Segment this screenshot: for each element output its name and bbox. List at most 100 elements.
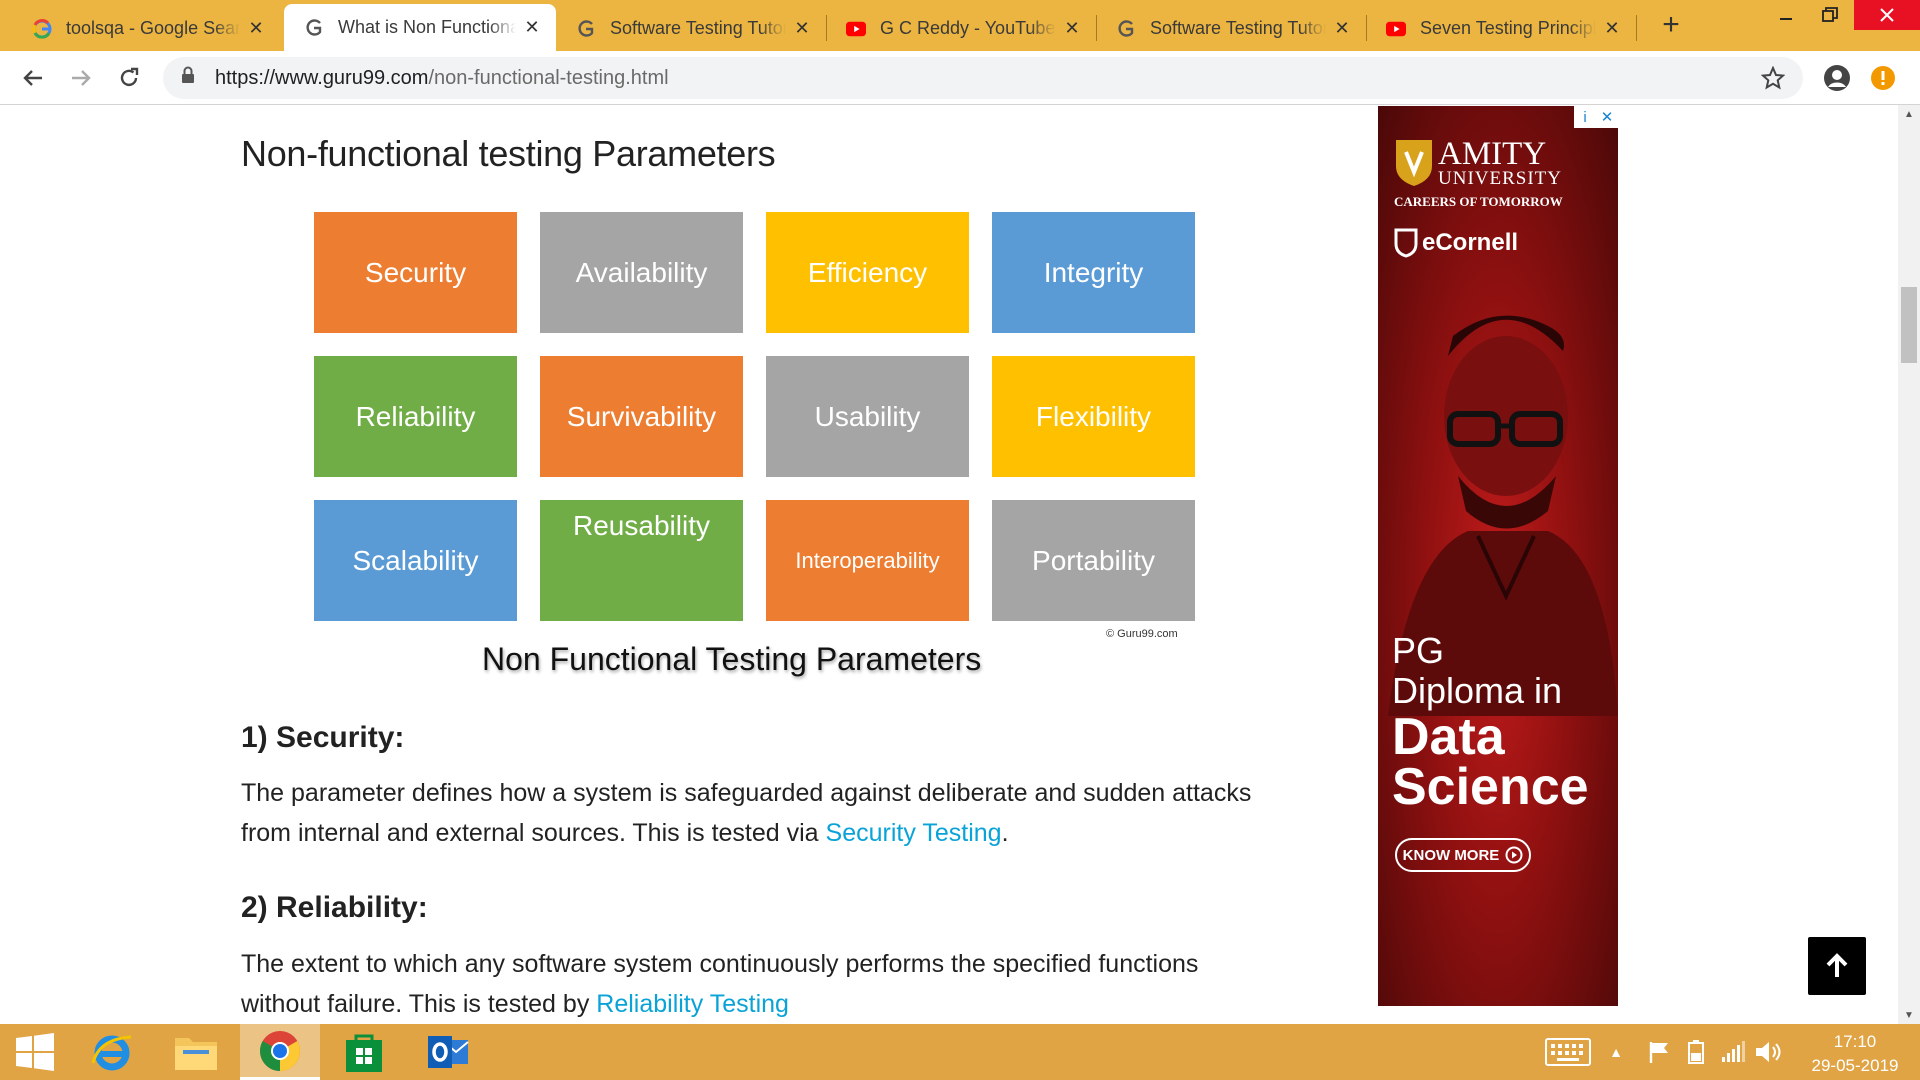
start-button[interactable] bbox=[0, 1024, 70, 1080]
param-tile-integrity: Integrity bbox=[992, 212, 1195, 333]
google-icon bbox=[32, 18, 52, 39]
network-signal-icon[interactable] bbox=[1718, 1024, 1748, 1080]
play-circle-icon bbox=[1505, 846, 1523, 864]
tab-software-testing-2[interactable]: Software Testing Tutorial ✕ bbox=[1096, 6, 1366, 51]
profile-button[interactable] bbox=[1820, 61, 1854, 95]
param-tile-efficiency: Efficiency bbox=[766, 212, 969, 333]
youtube-icon bbox=[1386, 19, 1406, 39]
bookmark-star-icon[interactable] bbox=[1760, 65, 1786, 96]
know-more-button[interactable]: KNOW MORE bbox=[1395, 838, 1531, 872]
battery-icon[interactable] bbox=[1682, 1024, 1712, 1080]
chrome-icon bbox=[260, 1030, 300, 1071]
ad-line-2: Diploma in bbox=[1392, 670, 1563, 711]
tab-title: Software Testing Tutorial bbox=[610, 18, 786, 38]
security-testing-link[interactable]: Security Testing bbox=[826, 819, 1002, 847]
back-button[interactable] bbox=[16, 61, 50, 95]
ad-close-icon[interactable]: ✕ bbox=[1596, 106, 1618, 128]
ecornell-logo: eCornell bbox=[1394, 228, 1518, 258]
address-bar[interactable]: https://www.guru99.com/non-functional-te… bbox=[163, 57, 1803, 99]
update-alert-button[interactable] bbox=[1866, 61, 1900, 95]
tab-seven-testing-principles[interactable]: Seven Testing Principles ✕ bbox=[1366, 6, 1636, 51]
system-clock[interactable]: 17:10 29-05-2019 bbox=[1800, 1030, 1910, 1078]
guru99-icon bbox=[1116, 19, 1136, 39]
account-icon bbox=[1824, 65, 1850, 91]
ad-line-3: Data bbox=[1392, 708, 1505, 766]
tab-gc-reddy-youtube[interactable]: G C Reddy - YouTube ✕ bbox=[826, 6, 1096, 51]
tab-close-icon[interactable]: ✕ bbox=[792, 18, 812, 39]
touch-keyboard-icon[interactable] bbox=[1540, 1024, 1596, 1080]
show-hidden-icons-chevron-icon[interactable]: ▲ bbox=[1604, 1024, 1628, 1080]
tab-google-search[interactable]: toolsqa - Google Search ✕ bbox=[12, 6, 280, 51]
tab-title: G C Reddy - YouTube bbox=[880, 18, 1056, 38]
ad-brand-sub: UNIVERSITY bbox=[1438, 168, 1562, 189]
ecornell-shield-icon bbox=[1394, 228, 1418, 258]
tab-close-icon[interactable]: ✕ bbox=[1602, 18, 1622, 39]
windows-logo-icon bbox=[16, 1033, 54, 1071]
restore-button[interactable] bbox=[1802, 0, 1858, 30]
browser-toolbar: https://www.guru99.com/non-functional-te… bbox=[0, 51, 1920, 105]
tab-non-functional-testing[interactable]: What is Non Functional Testing ✕ bbox=[284, 4, 556, 51]
ad-info-icon[interactable]: i bbox=[1574, 106, 1596, 128]
figure-caption: Non Functional Testing Parameters bbox=[482, 641, 982, 677]
reload-icon bbox=[120, 67, 139, 87]
clock-time: 17:10 bbox=[1833, 1032, 1877, 1051]
scroll-to-top-button[interactable] bbox=[1808, 937, 1866, 995]
scrollbar-thumb[interactable] bbox=[1901, 287, 1917, 363]
forward-button[interactable] bbox=[64, 61, 98, 95]
internet-explorer-icon bbox=[91, 1035, 132, 1071]
scroll-down-arrow-icon[interactable]: ▼ bbox=[1898, 1006, 1920, 1024]
param-tile-flexibility: Flexibility bbox=[992, 356, 1195, 477]
security-text-end: . bbox=[1001, 819, 1009, 847]
tab-close-icon[interactable]: ✕ bbox=[1332, 18, 1352, 39]
param-tile-portability: Portability bbox=[992, 500, 1195, 621]
guru99-icon bbox=[304, 18, 324, 38]
guru99-icon bbox=[576, 19, 596, 39]
taskbar-chrome[interactable] bbox=[240, 1024, 320, 1080]
param-tile-reusability: Reusability bbox=[540, 500, 743, 621]
taskbar-internet-explorer[interactable] bbox=[72, 1024, 152, 1080]
ad-tagline: CAREERS OF TOMORROW bbox=[1394, 194, 1563, 209]
tab-close-icon[interactable]: ✕ bbox=[522, 17, 542, 38]
param-tile-security: Security bbox=[314, 212, 517, 333]
url-host: https://www.guru99.com bbox=[215, 66, 429, 89]
lock-icon bbox=[181, 66, 199, 90]
tab-separator bbox=[1636, 15, 1637, 41]
warning-icon bbox=[1871, 66, 1895, 90]
security-text: The parameter defines how a system is sa… bbox=[241, 779, 1252, 847]
param-tile-usability: Usability bbox=[766, 356, 969, 477]
know-more-label: KNOW MORE bbox=[1402, 846, 1500, 864]
param-tile-interoperability: Interoperability bbox=[766, 500, 969, 621]
taskbar-file-explorer[interactable] bbox=[156, 1024, 236, 1080]
section-heading-security: 1) Security: bbox=[241, 721, 405, 754]
page-heading: Non-functional testing Parameters bbox=[241, 133, 776, 174]
window-close-button[interactable] bbox=[1854, 0, 1920, 30]
tab-close-icon[interactable]: ✕ bbox=[1062, 18, 1082, 39]
new-tab-button[interactable]: + bbox=[1654, 8, 1688, 42]
tab-software-testing-1[interactable]: Software Testing Tutorial ✕ bbox=[556, 6, 826, 51]
outlook-icon bbox=[428, 1036, 469, 1068]
ad-headline-large: Data Science bbox=[1392, 708, 1589, 816]
volume-icon[interactable] bbox=[1752, 1024, 1784, 1080]
amity-crest-icon bbox=[1396, 140, 1432, 186]
youtube-icon bbox=[846, 19, 866, 39]
scroll-up-arrow-icon[interactable]: ▲ bbox=[1898, 105, 1920, 123]
reliability-paragraph: The extent to which any software system … bbox=[241, 944, 1281, 1024]
action-center-flag-icon[interactable] bbox=[1644, 1024, 1674, 1080]
reload-button[interactable] bbox=[112, 61, 146, 95]
url-path: /non-functional-testing.html bbox=[428, 66, 669, 89]
tab-title: What is Non Functional Testing bbox=[338, 17, 516, 37]
clock-date: 29-05-2019 bbox=[1811, 1056, 1899, 1075]
reliability-testing-link[interactable]: Reliability Testing bbox=[596, 990, 789, 1018]
taskbar-store[interactable] bbox=[324, 1024, 404, 1080]
arrow-up-icon bbox=[1826, 953, 1848, 977]
folder-icon bbox=[175, 1038, 217, 1070]
vertical-scrollbar[interactable]: ▲ ▼ bbox=[1898, 105, 1920, 1024]
forward-arrow-icon bbox=[72, 70, 91, 86]
tab-close-icon[interactable]: ✕ bbox=[246, 18, 266, 39]
advertisement-banner[interactable]: i ✕ AMITY UNIVERSITY CAREERS OF TOMORROW… bbox=[1378, 106, 1618, 1006]
ad-controls: i ✕ bbox=[1574, 106, 1618, 128]
ad-line-4: Science bbox=[1392, 758, 1589, 816]
tab-title: toolsqa - Google Search bbox=[66, 18, 240, 38]
taskbar-outlook[interactable] bbox=[408, 1024, 488, 1080]
tab-strip: toolsqa - Google Search ✕ What is Non Fu… bbox=[0, 0, 1920, 51]
